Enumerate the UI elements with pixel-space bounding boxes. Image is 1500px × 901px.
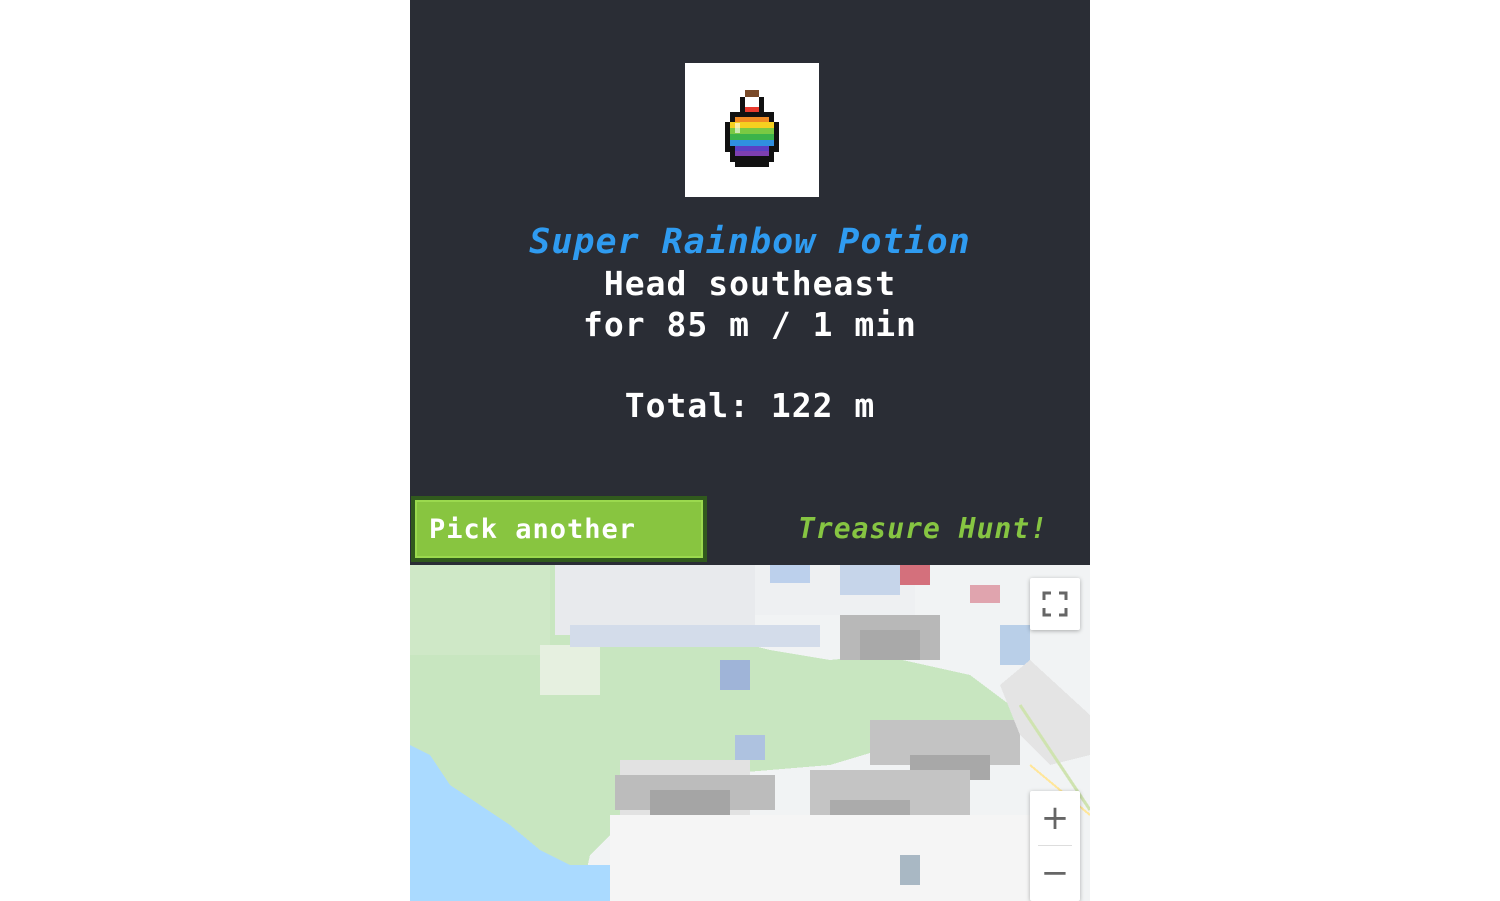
map-tiles [410,565,1090,901]
rainbow-potion-icon [725,90,779,167]
zoom-in-button[interactable]: + [1030,791,1080,845]
pick-another-button[interactable]: Pick another [411,496,707,562]
app-panel: Super Rainbow Potion Head southeast for … [410,0,1090,901]
item-image-card [685,63,819,197]
zoom-out-button[interactable]: − [1030,846,1080,900]
map-view[interactable]: + − [410,565,1090,901]
app-title: Treasure Hunt! [798,512,1049,545]
total-distance: Total: 122 m [624,386,876,425]
fullscreen-icon [1042,591,1068,617]
zoom-control: + − [1030,791,1080,901]
fullscreen-button[interactable] [1030,578,1080,630]
direction-distance: for 85 m / 1 min [583,305,917,344]
direction-heading: Head southeast [603,264,897,303]
item-name: Super Rainbow Potion [529,222,971,262]
